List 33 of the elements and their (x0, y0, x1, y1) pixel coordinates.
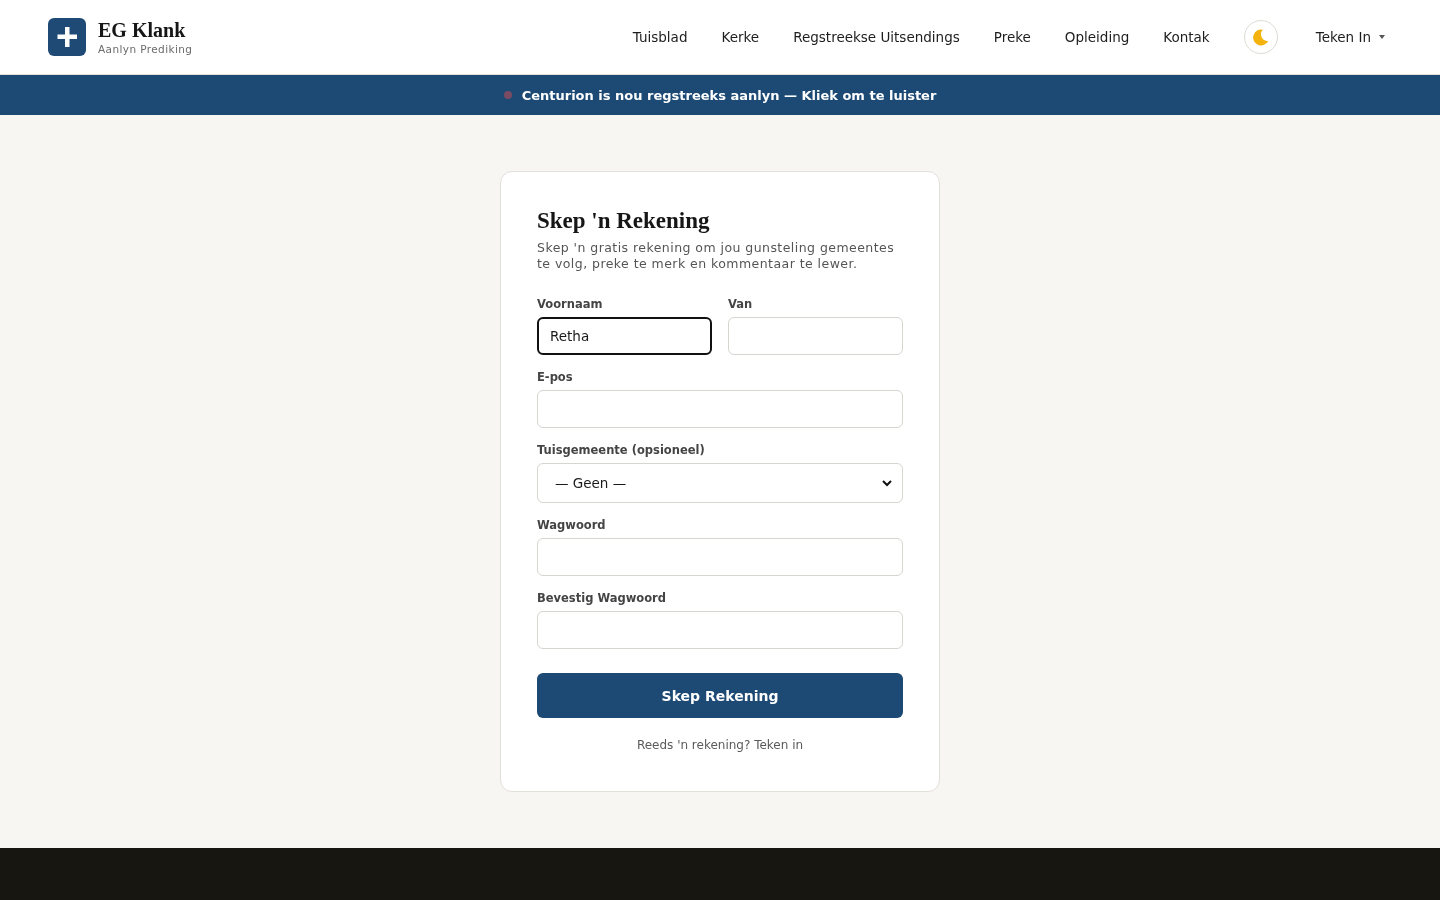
caret-down-icon (1379, 35, 1385, 39)
signin-link[interactable]: Teken in (754, 738, 804, 752)
chevron-down-icon (882, 479, 892, 487)
field-label: Voornaam (537, 296, 604, 312)
field-label: E-pos (537, 369, 574, 385)
form-title: Skep 'n Rekening (537, 207, 711, 235)
nav-link[interactable]: Regstreekse Uitsendings (793, 28, 960, 46)
theme-toggle-button[interactable] (1243, 20, 1278, 54)
field-label: Bevestig Wagwoord (537, 590, 667, 606)
nav-link[interactable]: Kontak (1163, 28, 1210, 46)
nav-link[interactable]: Tuisblad (632, 28, 688, 46)
nav-link[interactable]: Opleiding (1064, 28, 1130, 46)
sign-in-menu-button[interactable]: Teken In (1315, 29, 1385, 45)
field-label: Tuisgemeente (opsioneel) (537, 442, 706, 458)
create-account-button[interactable]: Skep Rekening (537, 673, 903, 718)
moon-icon (1252, 28, 1270, 46)
signin-prompt: Reeds 'n rekening? Teken in (635, 737, 805, 753)
cross-logo-icon[interactable] (48, 18, 86, 56)
live-dot-icon (503, 91, 512, 99)
input-field[interactable] (728, 317, 903, 355)
input-field[interactable]: Retha (537, 317, 712, 355)
input-field[interactable] (537, 611, 903, 649)
field-label: Van (728, 296, 754, 312)
dropdown-field[interactable]: — Geen — (537, 463, 903, 503)
field-label: Wagwoord (537, 517, 607, 533)
banner-link[interactable]: Centurion is nou regstreeks aanlyn — Kliek om te luister (521, 87, 937, 103)
brand-tagline: Aanlyn Prediking (98, 41, 193, 56)
input-field[interactable] (537, 390, 903, 428)
input-field[interactable] (537, 538, 903, 576)
nav-link[interactable]: Kerke (721, 28, 760, 46)
nav-link[interactable]: Preke (993, 28, 1031, 46)
brand-name[interactable]: EG Klank (98, 18, 193, 41)
form-subtitle: Skep 'n gratis rekening om jou gunsteling gemeentes te volg, preke te merk en kommentaar te lewer. (537, 240, 896, 272)
